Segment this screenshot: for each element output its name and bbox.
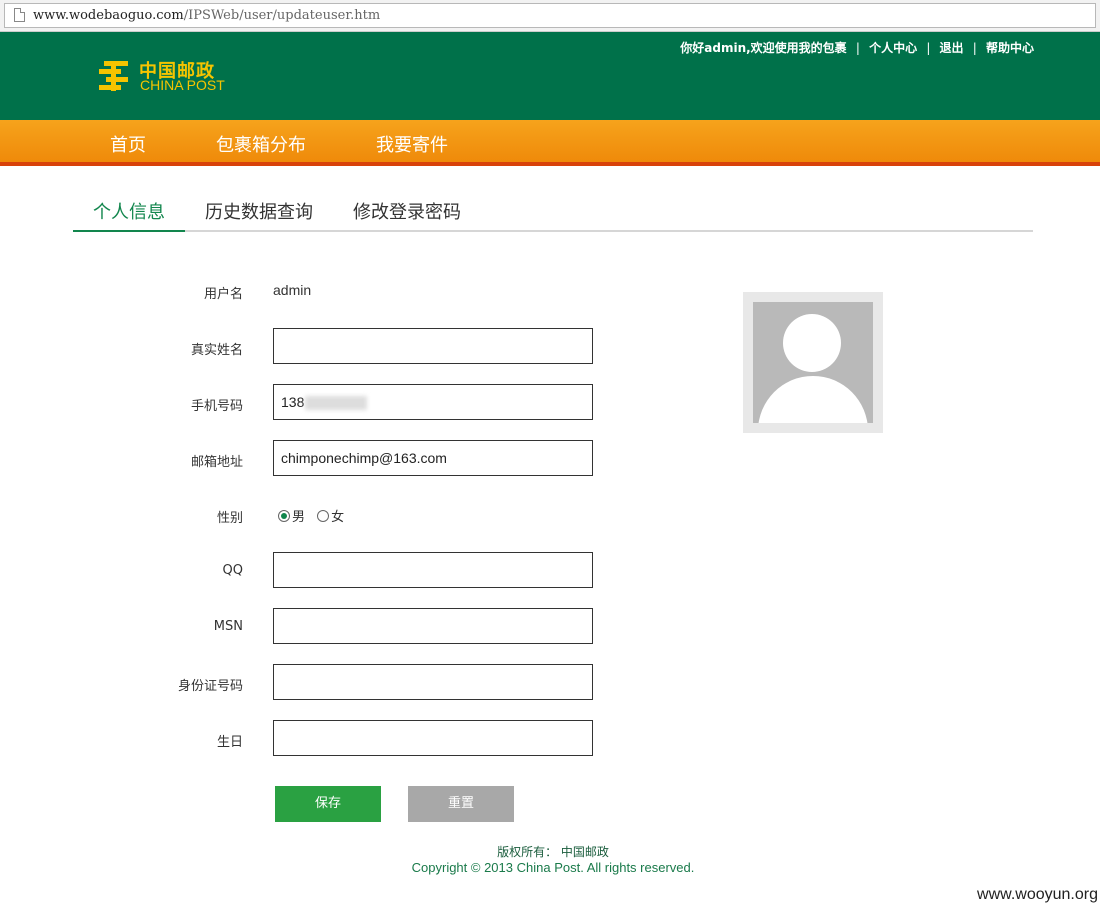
save-button[interactable]: 保存 bbox=[275, 786, 381, 822]
gender-male-radio[interactable] bbox=[278, 510, 290, 522]
footer-copyright-cn: 版权所有： 中国邮政 bbox=[497, 845, 609, 859]
msn-label: MSN bbox=[213, 619, 243, 634]
email-label: 邮箱地址 bbox=[190, 455, 243, 470]
username-label: 用户名 bbox=[203, 287, 243, 302]
default-avatar-icon bbox=[753, 302, 873, 423]
birthday-label: 生日 bbox=[216, 735, 243, 750]
watermark: www.wooyun.org bbox=[977, 886, 1098, 903]
redacted-blur bbox=[305, 396, 368, 411]
nav-item-send-parcel[interactable]: 我要寄件 bbox=[376, 131, 448, 157]
china-post-logo[interactable]: 中国邮政 CHINA POST bbox=[96, 56, 226, 98]
url-domain: www.wodebaoguo.com bbox=[33, 8, 184, 23]
user-topbar: 你好admin,欢迎使用我的包裹 | 个人中心 | 退出 | 帮助中心 bbox=[680, 39, 1034, 56]
china-post-emblem-icon bbox=[99, 61, 128, 91]
msn-input[interactable] bbox=[273, 608, 593, 644]
avatar[interactable] bbox=[743, 292, 883, 433]
logout-link[interactable]: 退出 bbox=[940, 41, 964, 55]
tab-change-password[interactable]: 修改登录密码 bbox=[353, 198, 461, 224]
site-header: 中国邮政 CHINA POST 你好admin,欢迎使用我的包裹 | 个人中心 … bbox=[0, 32, 1100, 120]
topbar-separator: | bbox=[926, 41, 931, 55]
gender-label: 性别 bbox=[216, 511, 243, 526]
footer-copyright-en: Copyright © 2013 China Post. All rights … bbox=[411, 860, 695, 875]
greeting-text: 你好admin,欢迎使用我的包裹 bbox=[680, 41, 847, 55]
topbar-separator: | bbox=[972, 41, 977, 55]
tab-history-query[interactable]: 历史数据查询 bbox=[205, 198, 313, 224]
username-value: admin bbox=[273, 282, 312, 298]
page-icon bbox=[14, 8, 25, 22]
active-tab-indicator bbox=[73, 230, 185, 232]
gender-female-label[interactable]: 女 bbox=[331, 510, 344, 525]
gender-male-label[interactable]: 男 bbox=[292, 510, 305, 525]
nav-item-home[interactable]: 首页 bbox=[110, 131, 146, 157]
avatar-head-shape bbox=[783, 314, 841, 372]
nav-item-parcel-box-map[interactable]: 包裹箱分布 bbox=[216, 131, 306, 157]
phone-label: 手机号码 bbox=[190, 399, 243, 414]
main-nav: 首页 包裹箱分布 我要寄件 bbox=[0, 120, 1100, 166]
tab-personal-info[interactable]: 个人信息 bbox=[93, 198, 165, 224]
realname-input[interactable] bbox=[273, 328, 593, 364]
idcard-input[interactable] bbox=[273, 664, 593, 700]
avatar-body-shape bbox=[758, 376, 868, 423]
qq-input[interactable] bbox=[273, 552, 593, 588]
email-input[interactable]: chimponechimp@163.com bbox=[273, 440, 593, 476]
gender-female-radio[interactable] bbox=[317, 510, 330, 522]
gender-radio-group: 男 女 bbox=[278, 506, 352, 525]
url-text: www.wodebaoguo.com/IPSWeb/user/updateuse… bbox=[33, 8, 380, 23]
url-field[interactable]: www.wodebaoguo.com/IPSWeb/user/updateuse… bbox=[4, 3, 1096, 28]
url-path: /IPSWeb/user/updateuser.htm bbox=[183, 8, 381, 23]
realname-label: 真实姓名 bbox=[190, 343, 243, 358]
phone-value: 138 bbox=[281, 394, 305, 410]
logo-english-text: CHINA POST bbox=[140, 77, 225, 93]
browser-address-bar: www.wodebaoguo.com/IPSWeb/user/updateuse… bbox=[0, 0, 1100, 32]
help-center-link[interactable]: 帮助中心 bbox=[986, 41, 1034, 55]
birthday-input[interactable] bbox=[273, 720, 593, 756]
profile-tabs: 个人信息 历史数据查询 修改登录密码 bbox=[73, 190, 1033, 232]
phone-input[interactable]: 138 bbox=[273, 384, 593, 420]
topbar-separator: | bbox=[855, 41, 860, 55]
reset-button[interactable]: 重置 bbox=[408, 786, 514, 822]
qq-label: QQ bbox=[222, 563, 243, 578]
personal-center-link[interactable]: 个人中心 bbox=[869, 41, 917, 55]
idcard-label: 身份证号码 bbox=[177, 679, 243, 694]
